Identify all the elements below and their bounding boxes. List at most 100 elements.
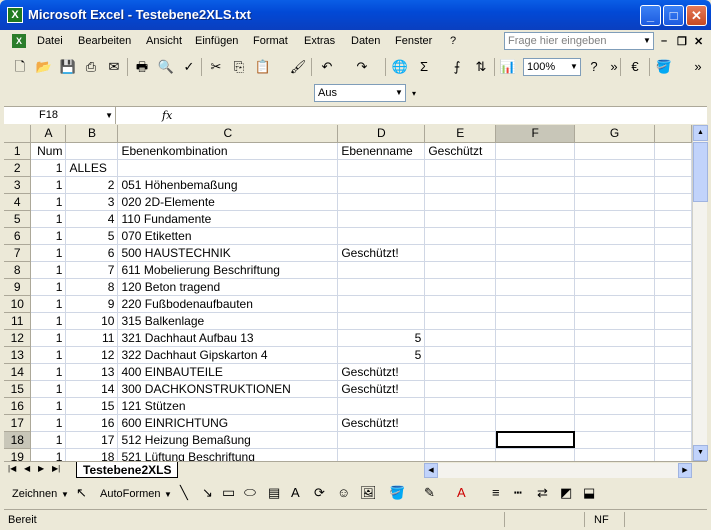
cell-g[interactable] (574, 210, 655, 228)
cell-h[interactable] (654, 329, 692, 347)
cell-b[interactable]: 4 (65, 210, 119, 228)
row-header[interactable]: 6 (4, 227, 32, 245)
name-box[interactable]: F18 ▼ (4, 107, 116, 124)
cell-a[interactable]: 1 (30, 448, 67, 461)
cell-d[interactable] (337, 295, 426, 313)
cell-e[interactable] (424, 176, 497, 194)
cell-c[interactable]: 020 2D-Elemente (117, 193, 339, 211)
cell-b[interactable]: 11 (65, 329, 119, 347)
cell-e[interactable] (424, 227, 497, 245)
cell-a[interactable]: 1 (30, 261, 67, 279)
rectangle-icon[interactable]: ▭ (222, 484, 235, 501)
cell-c[interactable]: 220 Fußbodenaufbauten (117, 295, 339, 313)
cell-e[interactable] (424, 261, 497, 279)
maximize-button[interactable]: □ (663, 5, 684, 26)
chevron-down-icon[interactable]: ▼ (105, 107, 113, 124)
cell-f[interactable] (495, 244, 576, 262)
fill-color-icon[interactable]: 🪣 (389, 485, 405, 501)
chevron-down-icon[interactable]: ▼ (164, 490, 172, 499)
select-all-corner[interactable] (4, 125, 32, 143)
line-style-icon[interactable]: ≡ (492, 485, 500, 500)
scroll-right-icon[interactable]: ▶ (678, 463, 692, 478)
more-options-icon[interactable]: » (688, 57, 708, 77)
cell-b[interactable]: 17 (65, 431, 119, 449)
menu-daten[interactable]: Daten (351, 35, 380, 47)
oval-icon[interactable]: ⬭ (244, 484, 256, 501)
cell-g[interactable] (574, 261, 655, 279)
cell-b[interactable]: 12 (65, 346, 119, 364)
doc-restore-button[interactable]: ❐ (677, 35, 687, 48)
cell-c[interactable]: 600 EINRICHTUNG (117, 414, 339, 432)
first-sheet-icon[interactable]: |◀ (8, 464, 16, 473)
print-icon[interactable]: 🖶 (132, 57, 152, 77)
cell-h[interactable] (654, 397, 692, 415)
row-header[interactable]: 15 (4, 380, 32, 398)
cell-g[interactable] (574, 448, 655, 461)
cell-h[interactable] (654, 448, 692, 461)
spelling-icon[interactable]: ✓ (179, 57, 199, 77)
cell-g[interactable] (574, 380, 655, 398)
zoom-select[interactable]: 100% ▼ (523, 58, 581, 76)
cell-e[interactable] (424, 244, 497, 262)
row-header[interactable]: 9 (4, 278, 32, 296)
cell-e[interactable] (424, 397, 497, 415)
cell-f[interactable] (495, 261, 576, 279)
menu-extras[interactable]: Extras (304, 35, 335, 47)
cell-b[interactable]: 8 (65, 278, 119, 296)
cell-a[interactable]: 1 (30, 227, 67, 245)
minimize-button[interactable]: _ (640, 5, 661, 26)
cell-e[interactable] (424, 312, 497, 330)
cell-f[interactable] (495, 448, 576, 461)
line-color-icon[interactable]: ✎ (424, 485, 435, 501)
cell-a[interactable]: 1 (30, 295, 67, 313)
row-header[interactable]: 4 (4, 193, 32, 211)
cell-c[interactable]: 315 Balkenlage (117, 312, 339, 330)
row-header[interactable]: 7 (4, 244, 32, 262)
cell-b[interactable] (65, 142, 119, 160)
picture-icon[interactable]: 🖼 (360, 485, 377, 501)
cut-icon[interactable]: ✂ (206, 57, 226, 77)
cell-h[interactable] (654, 210, 692, 228)
cell-f[interactable] (495, 176, 576, 194)
paste-icon[interactable]: 📋 (253, 57, 273, 77)
doc-close-button[interactable]: ✕ (694, 35, 703, 48)
column-header[interactable] (654, 125, 692, 143)
cell-c[interactable]: Ebenenkombination (117, 142, 339, 160)
help-icon[interactable]: ? (584, 57, 604, 77)
cell-a[interactable]: 1 (30, 414, 67, 432)
more-options-icon[interactable]: » (604, 57, 624, 77)
email-icon[interactable]: ✉ (104, 57, 124, 77)
cell-b[interactable]: 2 (65, 176, 119, 194)
column-header[interactable]: D (337, 125, 426, 143)
undo-icon[interactable]: ↶ (317, 57, 337, 77)
cell-a[interactable]: 1 (30, 363, 67, 381)
cell-c[interactable]: 611 Mobelierung Beschriftung (117, 261, 339, 279)
cell-f[interactable] (495, 159, 576, 177)
cell-h[interactable] (654, 261, 692, 279)
cell-d[interactable]: Geschützt! (337, 414, 426, 432)
cell-h[interactable] (654, 244, 692, 262)
textbox-icon[interactable]: ▤ (268, 485, 280, 501)
scroll-up-icon[interactable]: ▲ (693, 125, 708, 141)
cell-g[interactable] (574, 227, 655, 245)
cell-b[interactable]: ALLES (65, 159, 119, 177)
cell-d[interactable] (337, 278, 426, 296)
row-header[interactable]: 11 (4, 312, 32, 330)
menu-format[interactable]: Format (253, 35, 288, 47)
cell-e[interactable] (424, 295, 497, 313)
cell-f[interactable] (495, 227, 576, 245)
cell-e[interactable] (424, 159, 497, 177)
cell-e[interactable] (424, 448, 497, 461)
cell-d[interactable] (337, 210, 426, 228)
cell-g[interactable] (574, 312, 655, 330)
cell-b[interactable]: 6 (65, 244, 119, 262)
hyperlink-icon[interactable]: 🌐 (390, 57, 410, 77)
cell-f[interactable] (495, 346, 576, 364)
cell-c[interactable]: 110 Fundamente (117, 210, 339, 228)
cell-g[interactable] (574, 176, 655, 194)
cell-a[interactable]: 1 (30, 380, 67, 398)
chevron-down-icon[interactable]: ▼ (61, 490, 69, 499)
currency-icon[interactable]: € (625, 57, 645, 77)
cell-d[interactable]: Geschützt! (337, 363, 426, 381)
column-header[interactable]: E (424, 125, 497, 143)
